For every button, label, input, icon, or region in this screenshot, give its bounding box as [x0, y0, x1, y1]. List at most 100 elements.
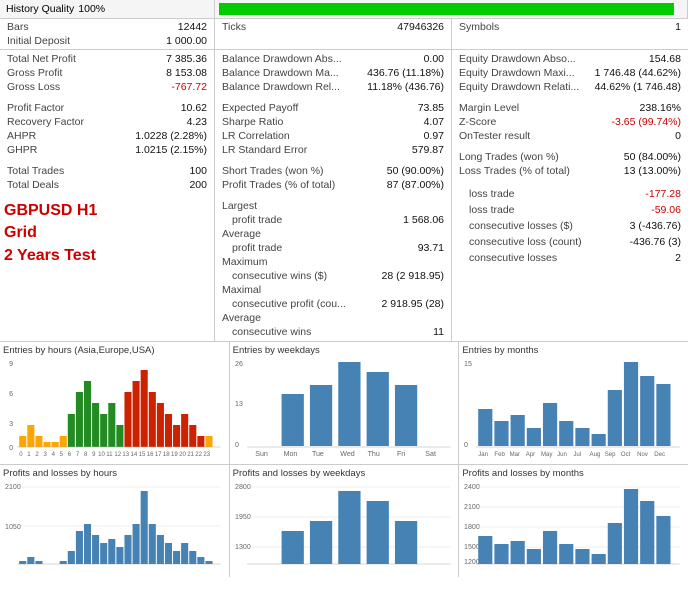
profits-by-hours-title: Profits and losses by hours — [3, 468, 226, 479]
svg-text:Oct: Oct — [621, 452, 631, 458]
svg-text:Sat: Sat — [425, 451, 436, 458]
svg-text:15: 15 — [139, 452, 146, 458]
initial-deposit-row: Initial Deposit 1 000.00 — [4, 34, 210, 48]
svg-text:0: 0 — [19, 452, 23, 458]
svg-text:9: 9 — [92, 452, 96, 458]
overlay-text: GBPUSD H1 Grid 2 Years Test — [4, 196, 210, 271]
profits-by-months-svg: 2400 2100 1800 1500 1200 — [462, 481, 685, 571]
svg-text:Apr: Apr — [526, 452, 535, 458]
svg-text:15: 15 — [464, 361, 472, 368]
total-deals-row: Total Deals 200 — [4, 178, 210, 192]
entries-by-hours-svg: 9 6 3 0 — [3, 358, 226, 458]
svg-text:1: 1 — [27, 452, 31, 458]
svg-text:2100: 2100 — [464, 504, 480, 511]
svg-text:2100: 2100 — [5, 484, 21, 491]
bars-label: Bars — [7, 21, 29, 33]
history-quality-value: 100% — [78, 3, 105, 15]
ahpr-row: AHPR 1.0228 (2.28%) — [4, 129, 210, 143]
profits-charts-row: Profits and losses by hours 2100 1050 — [0, 465, 688, 577]
svg-text:11: 11 — [106, 452, 113, 458]
svg-text:1300: 1300 — [235, 544, 251, 551]
svg-text:21: 21 — [187, 452, 194, 458]
bars-value: 12442 — [178, 21, 207, 33]
profits-by-months-title: Profits and losses by months — [462, 468, 685, 479]
svg-text:1800: 1800 — [464, 524, 480, 531]
svg-text:0: 0 — [235, 442, 239, 449]
entries-by-hours-title: Entries by hours (Asia,Europe,USA) — [3, 345, 226, 356]
profits-by-hours-chart: Profits and losses by hours 2100 1050 — [0, 465, 230, 577]
symbols-row: Symbols 1 — [456, 20, 684, 34]
svg-text:Jul: Jul — [574, 452, 582, 458]
net-profit-row: Total Net Profit 7 385.36 — [4, 52, 210, 66]
svg-text:14: 14 — [131, 452, 138, 458]
svg-text:1200: 1200 — [464, 559, 480, 566]
entries-by-weekdays-svg: 26 13 0 Sun Mon Tue Wed Thu Fri Sat — [233, 358, 456, 458]
svg-text:8: 8 — [84, 452, 88, 458]
svg-text:Mar: Mar — [510, 452, 520, 458]
svg-text:0: 0 — [464, 442, 468, 449]
entries-by-weekdays-title: Entries by weekdays — [233, 345, 456, 356]
svg-text:16: 16 — [147, 452, 154, 458]
svg-text:Jan: Jan — [479, 452, 489, 458]
svg-text:Aug: Aug — [590, 452, 601, 458]
symbols-label: Symbols — [459, 21, 499, 33]
svg-text:10: 10 — [98, 452, 105, 458]
main-container: History Quality 100% Bars 12442 Initial … — [0, 0, 688, 577]
svg-text:18: 18 — [163, 452, 170, 458]
ticks-row: Ticks 47946326 — [219, 20, 447, 34]
initial-deposit-value: 1 000.00 — [166, 35, 207, 47]
profit-factor-row: Profit Factor 10.62 — [4, 101, 210, 115]
middle-stats-col: Balance Drawdown Abs...0.00 Balance Draw… — [215, 50, 452, 341]
entries-by-months-title: Entries by months — [462, 345, 685, 356]
svg-text:22: 22 — [195, 452, 202, 458]
ticks-value: 47946326 — [397, 21, 444, 33]
svg-text:1050: 1050 — [5, 524, 21, 531]
svg-text:5: 5 — [60, 452, 64, 458]
svg-text:Sep: Sep — [605, 452, 616, 458]
profits-by-weekdays-svg: 2800 1950 1300 — [233, 481, 456, 571]
bars-row: Bars 12442 — [4, 20, 210, 34]
svg-text:2400: 2400 — [464, 484, 480, 491]
history-quality-row: History Quality 100% — [4, 2, 210, 16]
svg-text:Thu: Thu — [367, 451, 379, 458]
svg-text:Jun: Jun — [557, 452, 567, 458]
svg-text:Nov: Nov — [637, 452, 648, 458]
entries-charts-row: Entries by hours (Asia,Europe,USA) 9 6 3… — [0, 342, 688, 465]
left-stats-col: Total Net Profit 7 385.36 Gross Profit 8… — [0, 50, 215, 341]
svg-text:6: 6 — [9, 391, 13, 398]
gross-profit-row: Gross Profit 8 153.08 — [4, 66, 210, 80]
svg-text:13: 13 — [122, 452, 129, 458]
right-stats-col: Equity Drawdown Abso...154.68 Equity Dra… — [452, 50, 688, 341]
entries-by-months-svg: 15 0 Jan Feb Mar Apr May — [462, 358, 685, 458]
entries-by-hours-chart: Entries by hours (Asia,Europe,USA) 9 6 3… — [0, 342, 230, 464]
entries-by-weekdays-chart: Entries by weekdays 26 13 0 Sun Mon Tue … — [230, 342, 460, 464]
ticks-label: Ticks — [222, 21, 246, 33]
svg-text:6: 6 — [68, 452, 72, 458]
svg-text:Wed: Wed — [340, 451, 355, 458]
svg-text:1500: 1500 — [464, 544, 480, 551]
svg-text:13: 13 — [235, 401, 243, 408]
svg-text:Feb: Feb — [495, 452, 506, 458]
svg-text:Mon: Mon — [283, 451, 297, 458]
svg-text:0: 0 — [9, 445, 13, 452]
svg-text:Sun: Sun — [255, 451, 268, 458]
svg-text:3: 3 — [43, 452, 47, 458]
profits-by-weekdays-title: Profits and losses by weekdays — [233, 468, 456, 479]
initial-deposit-label: Initial Deposit — [7, 35, 70, 47]
svg-text:Dec: Dec — [655, 452, 666, 458]
svg-text:20: 20 — [179, 452, 186, 458]
entries-by-months-chart: Entries by months 15 0 Jan Feb — [459, 342, 688, 464]
profits-by-weekdays-chart: Profits and losses by weekdays 2800 1950… — [230, 465, 460, 577]
svg-text:Fri: Fri — [397, 451, 406, 458]
history-quality-label: History Quality — [6, 3, 74, 15]
gross-loss-row: Gross Loss -767.72 — [4, 80, 210, 94]
svg-text:4: 4 — [52, 452, 56, 458]
symbols-value: 1 — [675, 21, 681, 33]
svg-text:2800: 2800 — [235, 484, 251, 491]
svg-text:9: 9 — [9, 361, 13, 368]
svg-text:3: 3 — [9, 421, 13, 428]
svg-text:1950: 1950 — [235, 514, 251, 521]
profits-by-months-chart: Profits and losses by months 2400 2100 1… — [459, 465, 688, 577]
ghpr-row: GHPR 1.0215 (2.15%) — [4, 143, 210, 157]
svg-text:23: 23 — [203, 452, 210, 458]
